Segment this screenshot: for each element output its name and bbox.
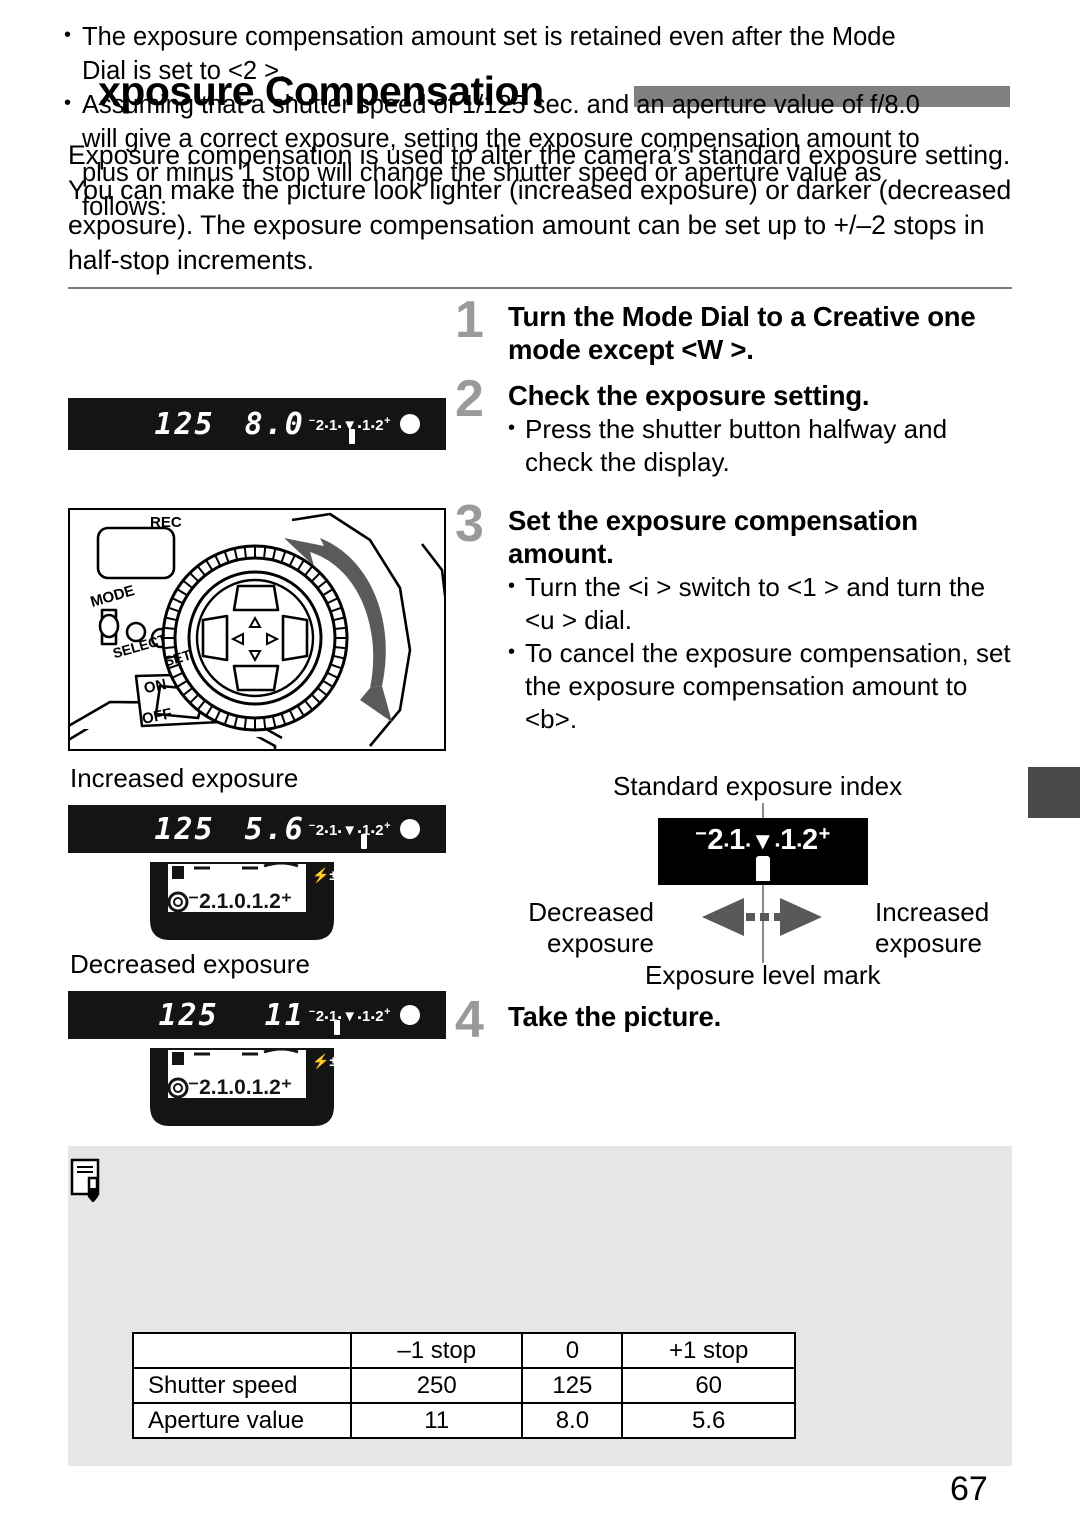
table-col-plus-one: +1 stop <box>621 1332 796 1369</box>
viewfinder-aperture: 11 <box>264 997 305 1033</box>
viewfinder-shutter-speed: 125 <box>154 811 215 847</box>
svg-text:⚡±: ⚡± <box>312 867 337 884</box>
focus-confirmation-dot-icon <box>400 414 420 434</box>
camera-mode-dial-illustration: REC MODE SELECT SET ON OFF <box>68 508 446 751</box>
focus-confirmation-dot-icon <box>400 819 420 839</box>
step-3-bullet-1: Turn the <i > switch to <1 > and turn th… <box>508 570 1013 637</box>
viewfinder-exposure-scale: −2▪1▪▼▪1▪2+ <box>309 415 391 444</box>
viewfinder-display-standard: 125 8.0 −2▪1▪▼▪1▪2+ <box>68 398 446 450</box>
table-row-label-aperture: Aperture value <box>132 1402 352 1439</box>
step-3-number: 3 <box>455 495 484 553</box>
mode-dial-icon <box>161 544 349 732</box>
table-row: Shutter speed 250 125 60 <box>132 1367 796 1404</box>
step-2-number: 2 <box>455 370 484 428</box>
step-3-bullets: Turn the <i > switch to <1 > and turn th… <box>508 570 1013 736</box>
table-col-zero: 0 <box>521 1332 624 1369</box>
table-header-row: –1 stop 0 +1 stop <box>132 1332 796 1369</box>
table-cell: 8.0 <box>521 1402 624 1439</box>
decreased-exposure-arrow-label: Decreased exposure <box>528 897 654 958</box>
step-3: 3 Set the exposure compensation amount. … <box>455 498 1013 736</box>
step-4-number: 4 <box>455 991 484 1049</box>
note-pencil-icon <box>70 1158 100 1202</box>
page-number: 67 <box>950 1470 988 1508</box>
table-col-minus-one: –1 stop <box>349 1332 524 1369</box>
step-4: 4 Take the picture. <box>455 994 1013 1046</box>
svg-text:⁻2.1.0.1.2⁺: ⁻2.1.0.1.2⁺ <box>188 1076 292 1099</box>
top-lcd-panel-increased: ⁻2.1.0.1.2⁺ ⚡± <box>142 861 342 944</box>
notes-items: The exposure compensation amount set is … <box>62 18 934 224</box>
step-4-heading: Take the picture. <box>508 1001 722 1032</box>
table-cell: 5.6 <box>621 1402 796 1439</box>
step-4-wrapper: 4 Take the picture. <box>455 994 1013 1046</box>
table-corner-cell <box>132 1332 352 1369</box>
exposure-scale-readout: −2▪1▪▼▪1▪2+ <box>695 823 831 856</box>
exposure-compensation-table: –1 stop 0 +1 stop Shutter speed 250 125 … <box>132 1332 796 1439</box>
step-3-heading: Set the exposure compensation amount. <box>508 505 918 569</box>
step-1: 1 Turn the Mode Dial to a Creative one m… <box>455 294 1013 366</box>
top-lcd-panel-decreased: ⁻2.1.0.1.2⁺ ⚡± <box>142 1047 342 1130</box>
step-2-bullet-1: Press the shutter button halfway and che… <box>508 412 1013 479</box>
table-cell: 250 <box>349 1367 524 1404</box>
step-1-heading: Turn the Mode Dial to a Creative one mod… <box>508 301 976 365</box>
svg-text:⚡±: ⚡± <box>312 1053 337 1070</box>
steps-list: 1 Turn the Mode Dial to a Creative one m… <box>455 294 1013 736</box>
increased-exposure-arrow-label: Increased exposure <box>875 897 990 958</box>
exposure-direction-arrows-icon <box>702 898 822 936</box>
chapter-side-tab <box>1028 767 1080 818</box>
exposure-level-mark-icon <box>756 856 770 881</box>
increased-exposure-label: Increased exposure <box>70 763 299 793</box>
step-2-heading: Check the exposure setting. <box>508 380 870 411</box>
svg-text:⁻2.1.0.1.2⁺: ⁻2.1.0.1.2⁺ <box>188 890 292 913</box>
camera-body-svg <box>70 512 444 749</box>
exposure-level-mark-label: Exposure level mark <box>645 960 881 990</box>
viewfinder-aperture: 8.0 <box>244 406 305 442</box>
viewfinder-shutter-speed: 125 <box>158 997 219 1033</box>
standard-exposure-index-label: Standard exposure index <box>613 771 903 801</box>
viewfinder-exposure-scale: −2▪1▪▼▪1▪2+ <box>309 820 391 849</box>
note-item-1: The exposure compensation amount set is … <box>62 18 934 88</box>
label-rec: REC <box>150 514 182 531</box>
manual-page: xposure Compensation Exposure compensati… <box>0 0 1080 1523</box>
note-item-2: Assuming that a shutter speed of 1/125 s… <box>62 86 934 224</box>
exposure-level-mark <box>360 833 367 849</box>
table-row: Aperture value 11 8.0 5.6 <box>132 1402 796 1439</box>
exposure-level-mark <box>349 428 356 444</box>
step-2: 2 Check the exposure setting. Press the … <box>455 373 1013 479</box>
step-3-bullet-2: To cancel the exposure compensation, set… <box>508 636 1013 736</box>
viewfinder-display-decreased: 125 11 −2▪1▪▼▪1▪2+ <box>68 991 446 1039</box>
viewfinder-shutter-speed: 125 <box>154 406 215 442</box>
table-cell: 60 <box>621 1367 796 1404</box>
step-2-bullets: Press the shutter button halfway and che… <box>508 412 1013 479</box>
viewfinder-display-increased: 125 5.6 −2▪1▪▼▪1▪2+ <box>68 805 446 853</box>
exposure-level-mark <box>334 1019 341 1035</box>
step-1-number: 1 <box>455 291 484 349</box>
viewfinder-exposure-scale: −2▪1▪▼▪1▪2+ <box>309 1006 391 1035</box>
table-cell: 11 <box>349 1402 524 1439</box>
horizontal-rule <box>68 287 1012 289</box>
decreased-exposure-label: Decreased exposure <box>70 949 310 979</box>
table-cell: 125 <box>521 1367 624 1404</box>
table-row-label-shutter: Shutter speed <box>132 1367 352 1404</box>
focus-confirmation-dot-icon <box>400 1005 420 1025</box>
viewfinder-aperture: 5.6 <box>244 811 305 847</box>
exposure-level-panel: −2▪1▪▼▪1▪2+ <box>658 818 868 885</box>
